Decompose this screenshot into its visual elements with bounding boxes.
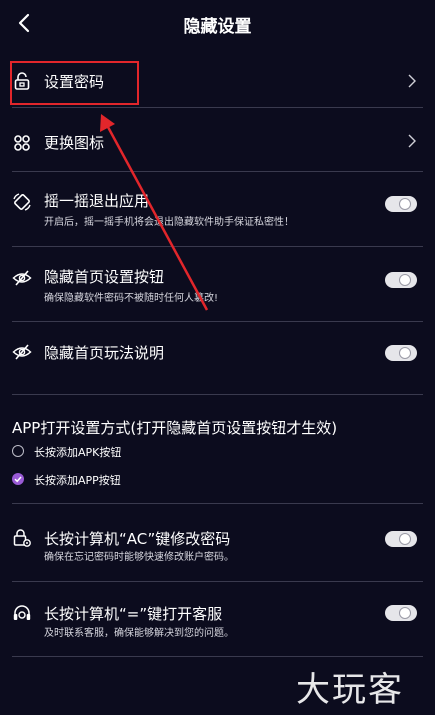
- hide-settings-button-toggle[interactable]: [385, 272, 417, 288]
- ac-change-password-subtitle: 确保在忘记密码时能够快速修改账户密码。: [44, 552, 234, 563]
- eye-hidden-icon: [12, 270, 32, 286]
- change-icon-label: 更换图标: [44, 134, 105, 152]
- eye-hidden-icon: [12, 344, 32, 360]
- ac-change-password-row: 长按计算机“AC”键修改密码 确保在忘记密码时能够快速修改账户密码。: [12, 524, 423, 572]
- hide-settings-button-title: 隐藏首页设置按钮: [44, 268, 165, 286]
- toggle-knob: [399, 347, 411, 359]
- equals-customer-service-title: 长按计算机“=”键打开客服: [44, 605, 223, 623]
- toggle-knob: [399, 198, 411, 210]
- radio-add-apk-label: 长按添加APK按钮: [34, 446, 122, 459]
- ac-change-password-title: 长按计算机“AC”键修改密码: [44, 530, 231, 548]
- equals-customer-service-subtitle: 及时联系客服，确保能够解决到您的问题。: [44, 628, 234, 639]
- radio-checked-icon: [12, 473, 24, 485]
- change-icon-row[interactable]: 更换图标: [12, 124, 423, 164]
- shake-icon: [13, 193, 31, 211]
- divider: [12, 171, 423, 172]
- page-title: 隐藏设置: [183, 17, 252, 37]
- equals-customer-service-row: 长按计算机“=”键打开客服 及时联系客服，确保能够解决到您的问题。: [12, 600, 423, 646]
- radio-unchecked-icon: [12, 445, 24, 457]
- headset-icon: [13, 605, 31, 620]
- chevron-right-icon: [408, 74, 416, 88]
- divider: [12, 394, 423, 395]
- hide-settings-button-row: 隐藏首页设置按钮 确保隐藏软件密码不被随时任何人篡改!: [12, 262, 423, 310]
- shake-exit-row: 摇一摇退出应用 开启后，摇一摇手机将会退出隐藏软件助手保证私密性！: [12, 186, 423, 234]
- header: 隐藏设置: [0, 0, 435, 46]
- divider: [12, 503, 423, 504]
- highlight-box: [10, 61, 139, 105]
- app-mode-title: APP打开设置方式(打开隐藏首页设置按钮才生效): [12, 419, 338, 437]
- hide-settings-button-subtitle: 确保隐藏软件密码不被随时任何人篡改!: [44, 293, 219, 304]
- ac-change-password-toggle[interactable]: [385, 531, 417, 547]
- hide-instructions-toggle[interactable]: [385, 345, 417, 361]
- divider: [12, 321, 423, 322]
- shake-exit-toggle[interactable]: [385, 196, 417, 212]
- chevron-right-icon: [408, 134, 416, 148]
- divider: [12, 581, 423, 582]
- shake-exit-title: 摇一摇退出应用: [44, 192, 150, 210]
- hide-instructions-row: 隐藏首页玩法说明: [12, 336, 423, 372]
- divider: [12, 107, 423, 108]
- lock-gear-icon: [13, 529, 31, 547]
- radio-add-app-label: 长按添加APP按钮: [34, 474, 121, 487]
- divider: [12, 246, 423, 247]
- toggle-knob: [399, 274, 411, 286]
- equals-customer-service-toggle[interactable]: [385, 605, 417, 621]
- divider: [12, 656, 423, 657]
- command-icon: [14, 135, 30, 151]
- hide-instructions-title: 隐藏首页玩法说明: [44, 344, 165, 362]
- shake-exit-subtitle: 开启后，摇一摇手机将会退出隐藏软件助手保证私密性！: [44, 217, 294, 228]
- toggle-knob: [399, 533, 411, 545]
- watermark-logo: 大玩客: [296, 670, 404, 710]
- toggle-knob: [399, 607, 411, 619]
